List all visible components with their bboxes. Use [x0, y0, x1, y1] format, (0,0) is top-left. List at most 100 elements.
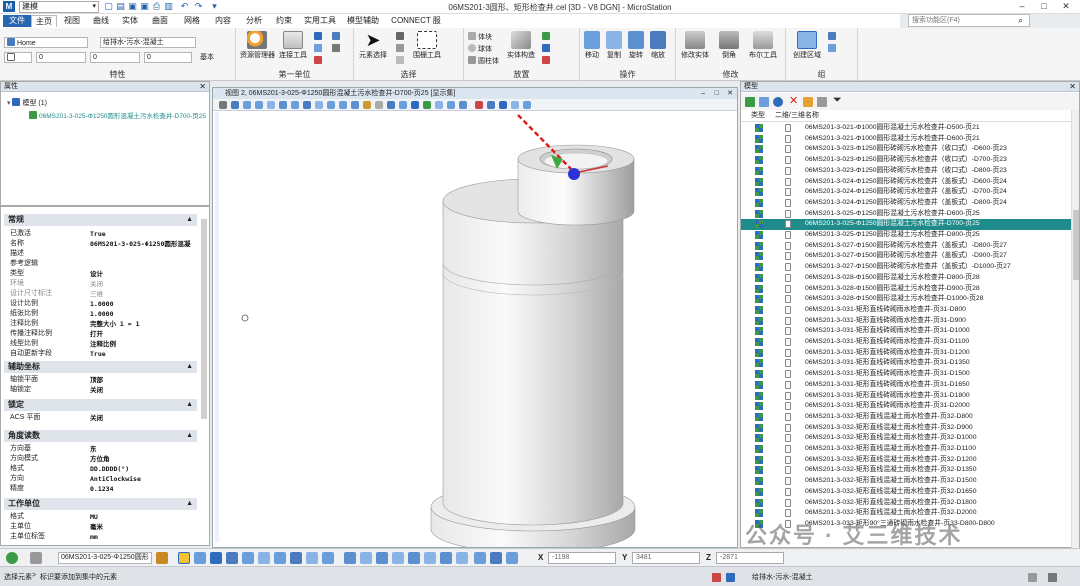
property-row[interactable]: 设计比例 1.0000	[7, 299, 197, 309]
view-display-mode-icon[interactable]	[363, 101, 371, 109]
property-value[interactable]: AntiClockwise	[90, 474, 198, 484]
snap-intersect-icon[interactable]	[274, 552, 286, 564]
lock-icon[interactable]	[712, 573, 721, 582]
next-view-icon[interactable]	[339, 101, 347, 109]
view-5-icon[interactable]	[408, 552, 420, 564]
property-value[interactable]: 0.1234	[90, 484, 198, 494]
property-value[interactable]: 注释比例	[90, 339, 198, 349]
model-list-item[interactable]: 06MS201-3-032-矩形直线混凝土雨水检查井-页32-D1200	[741, 455, 1071, 466]
copy-button[interactable]: 复制	[602, 31, 626, 67]
display-set-icon[interactable]	[423, 101, 431, 109]
property-row[interactable]: 格式 MU	[7, 512, 197, 522]
manhole-model[interactable]	[430, 144, 636, 547]
model-list-item[interactable]: 06MS201-3-031-矩形直线砖砌雨水检查井-页31-D1200	[741, 348, 1071, 359]
property-row[interactable]: 轴锁平面 顶部	[7, 375, 197, 385]
property-value[interactable]: 关闭	[90, 279, 198, 289]
z-coordinate-field[interactable]: -2871	[716, 552, 784, 564]
redo-icon[interactable]: ↷	[194, 1, 203, 12]
transparency-combo[interactable]: 0	[144, 52, 192, 63]
pan-view-icon[interactable]	[303, 101, 311, 109]
x-coordinate-field[interactable]: -1198	[548, 552, 616, 564]
model-list-item[interactable]: 06MS201-3-032-矩形直线混凝土雨水检查井-页32-D800	[741, 412, 1071, 423]
tab-home[interactable]: 主页	[31, 15, 57, 27]
standard-views-icon[interactable]	[475, 101, 483, 109]
property-value[interactable]: MU	[90, 512, 198, 522]
tab-analysis[interactable]: 分析	[242, 15, 266, 27]
model-list-item[interactable]: 06MS201-3-032-矩形直线混凝土雨水检查井-页32-D1000	[741, 433, 1071, 444]
primary-tool-2[interactable]	[314, 44, 324, 54]
tab-curves[interactable]: 曲线	[89, 15, 113, 27]
property-value[interactable]: 顶部	[90, 375, 198, 385]
copy-view-icon[interactable]	[351, 101, 359, 109]
model-list-item[interactable]: 06MS201-3-031-矩形直线砖砌雨水检查井-页31-D1500	[741, 369, 1071, 380]
place-tool-1[interactable]	[542, 32, 552, 42]
model-list-item[interactable]: 06MS201-3-028-Φ1500圆形混凝土污水检查井-D900-页28	[741, 284, 1071, 295]
model-list-item[interactable]: 06MS201-3-021-Φ1000圆形混凝土污水检查井-D600-页21	[741, 134, 1071, 145]
solid-construct-button[interactable]: 实体构造	[504, 31, 538, 67]
level-combo[interactable]: Home	[4, 37, 88, 48]
view-8-icon[interactable]	[456, 552, 468, 564]
models-scrollbar[interactable]	[1071, 110, 1079, 548]
previous-view-icon[interactable]	[327, 101, 335, 109]
block-button[interactable]: 体块	[468, 32, 492, 42]
property-row[interactable]: 方向基 东	[7, 444, 197, 454]
model-list-item[interactable]: 06MS201-3-031-矩形直线砖砌雨水检查井-页31-D1000	[741, 326, 1071, 337]
attach-tools-button[interactable]: 连接工具	[276, 31, 310, 67]
model-list-item[interactable]: 06MS201-3-032-矩形直线混凝土雨水检查井-页32-D1350	[741, 465, 1071, 476]
property-value[interactable]: True	[90, 229, 198, 239]
property-value[interactable]: 三维	[90, 289, 198, 299]
section-units[interactable]: 工作单位 ▲	[4, 498, 197, 510]
model-list-item[interactable]: 06MS201-3-028-Φ1500圆形混凝土污水检查井-D800-页28	[741, 273, 1071, 284]
group-tool-2[interactable]	[828, 44, 838, 54]
tab-solids[interactable]: 实体	[118, 15, 142, 27]
sphere-button[interactable]: 球体	[468, 44, 492, 54]
walk-icon[interactable]	[315, 101, 323, 109]
property-row[interactable]: 主单位 毫米	[7, 522, 197, 532]
open-file-icon[interactable]: ▤	[116, 1, 125, 12]
property-row[interactable]: 主单位标签 mm	[7, 532, 197, 542]
section-grid[interactable]: 辅助坐标 ▲	[4, 361, 197, 373]
property-value[interactable]: 关闭	[90, 413, 198, 423]
column-2d3d[interactable]: 二维/三维	[775, 110, 805, 122]
export-model-icon[interactable]	[817, 97, 827, 107]
model-list-item[interactable]: 06MS201-3-032-矩形直线混凝土雨水检查井-页32-D1650	[741, 487, 1071, 498]
model-list-item[interactable]: 06MS201-3-025-Φ1250圆形混凝土污水检查井-D700-页25	[741, 219, 1071, 230]
level-status-icon[interactable]	[726, 573, 735, 582]
select-tool-2[interactable]	[396, 44, 406, 54]
property-value[interactable]: 方位角	[90, 454, 198, 464]
tab-mesh[interactable]: 网格	[180, 15, 204, 27]
modify-solid-button[interactable]: 修改实体	[678, 31, 712, 67]
property-row[interactable]: 精度 0.1234	[7, 484, 197, 494]
tab-surfaces[interactable]: 曲面	[148, 15, 172, 27]
scrollbar-thumb[interactable]	[1073, 210, 1079, 280]
group-tool-1[interactable]	[828, 32, 838, 42]
view-7-icon[interactable]	[440, 552, 452, 564]
property-row[interactable]: 纸张比例 1.0000	[7, 309, 197, 319]
element-selection-button[interactable]: ➤ 元素选择	[356, 31, 390, 67]
tab-utilities[interactable]: 实用工具	[302, 15, 338, 27]
copy-model-icon[interactable]	[759, 97, 769, 107]
view-display-icon[interactable]	[487, 101, 495, 109]
clip-volume-icon[interactable]	[375, 101, 383, 109]
view-rotation-icon[interactable]	[411, 101, 419, 109]
close-icon[interactable]: ✕	[1069, 82, 1076, 92]
model-list-item[interactable]: 06MS201-3-031-矩形直线砖砌雨水检查井-页31-D1350	[741, 358, 1071, 369]
back-arrow-icon[interactable]	[6, 552, 18, 564]
model-list-item[interactable]: 06MS201-3-027-Φ1500圆形砖砌污水检查井（盖板式）-D900-页…	[741, 251, 1071, 262]
tree-item-active-model[interactable]: 06MS201-3-025-Φ1250圆形混凝土污水检查井-D700-页25	[29, 110, 209, 120]
create-region-button[interactable]: 创建区域	[790, 31, 824, 67]
create-model-icon[interactable]	[745, 97, 755, 107]
model-list-item[interactable]: 06MS201-3-027-Φ1500圆形砖砌污水检查井（盖板式）-D1000-…	[741, 262, 1071, 273]
snap-center-icon[interactable]	[242, 552, 254, 564]
models-icon[interactable]	[156, 552, 168, 564]
model-list-item[interactable]: 06MS201-3-032-矩形直线混凝土雨水检查井-页32-D1800	[741, 498, 1071, 509]
property-row[interactable]: ACS 平面 关闭	[7, 413, 197, 423]
active-model-combo[interactable]: 06MS201-3-025-Φ1250圆形	[58, 552, 152, 564]
property-row[interactable]: 方向 AntiClockwise	[7, 474, 197, 484]
fit-icon[interactable]	[474, 552, 486, 564]
minimize-icon[interactable]: –	[701, 88, 705, 99]
primary-tool-4[interactable]	[332, 32, 342, 42]
column-type[interactable]: 类型	[751, 110, 765, 122]
property-row[interactable]: 轴锁定 关闭	[7, 385, 197, 395]
property-value[interactable]: True	[90, 349, 198, 359]
